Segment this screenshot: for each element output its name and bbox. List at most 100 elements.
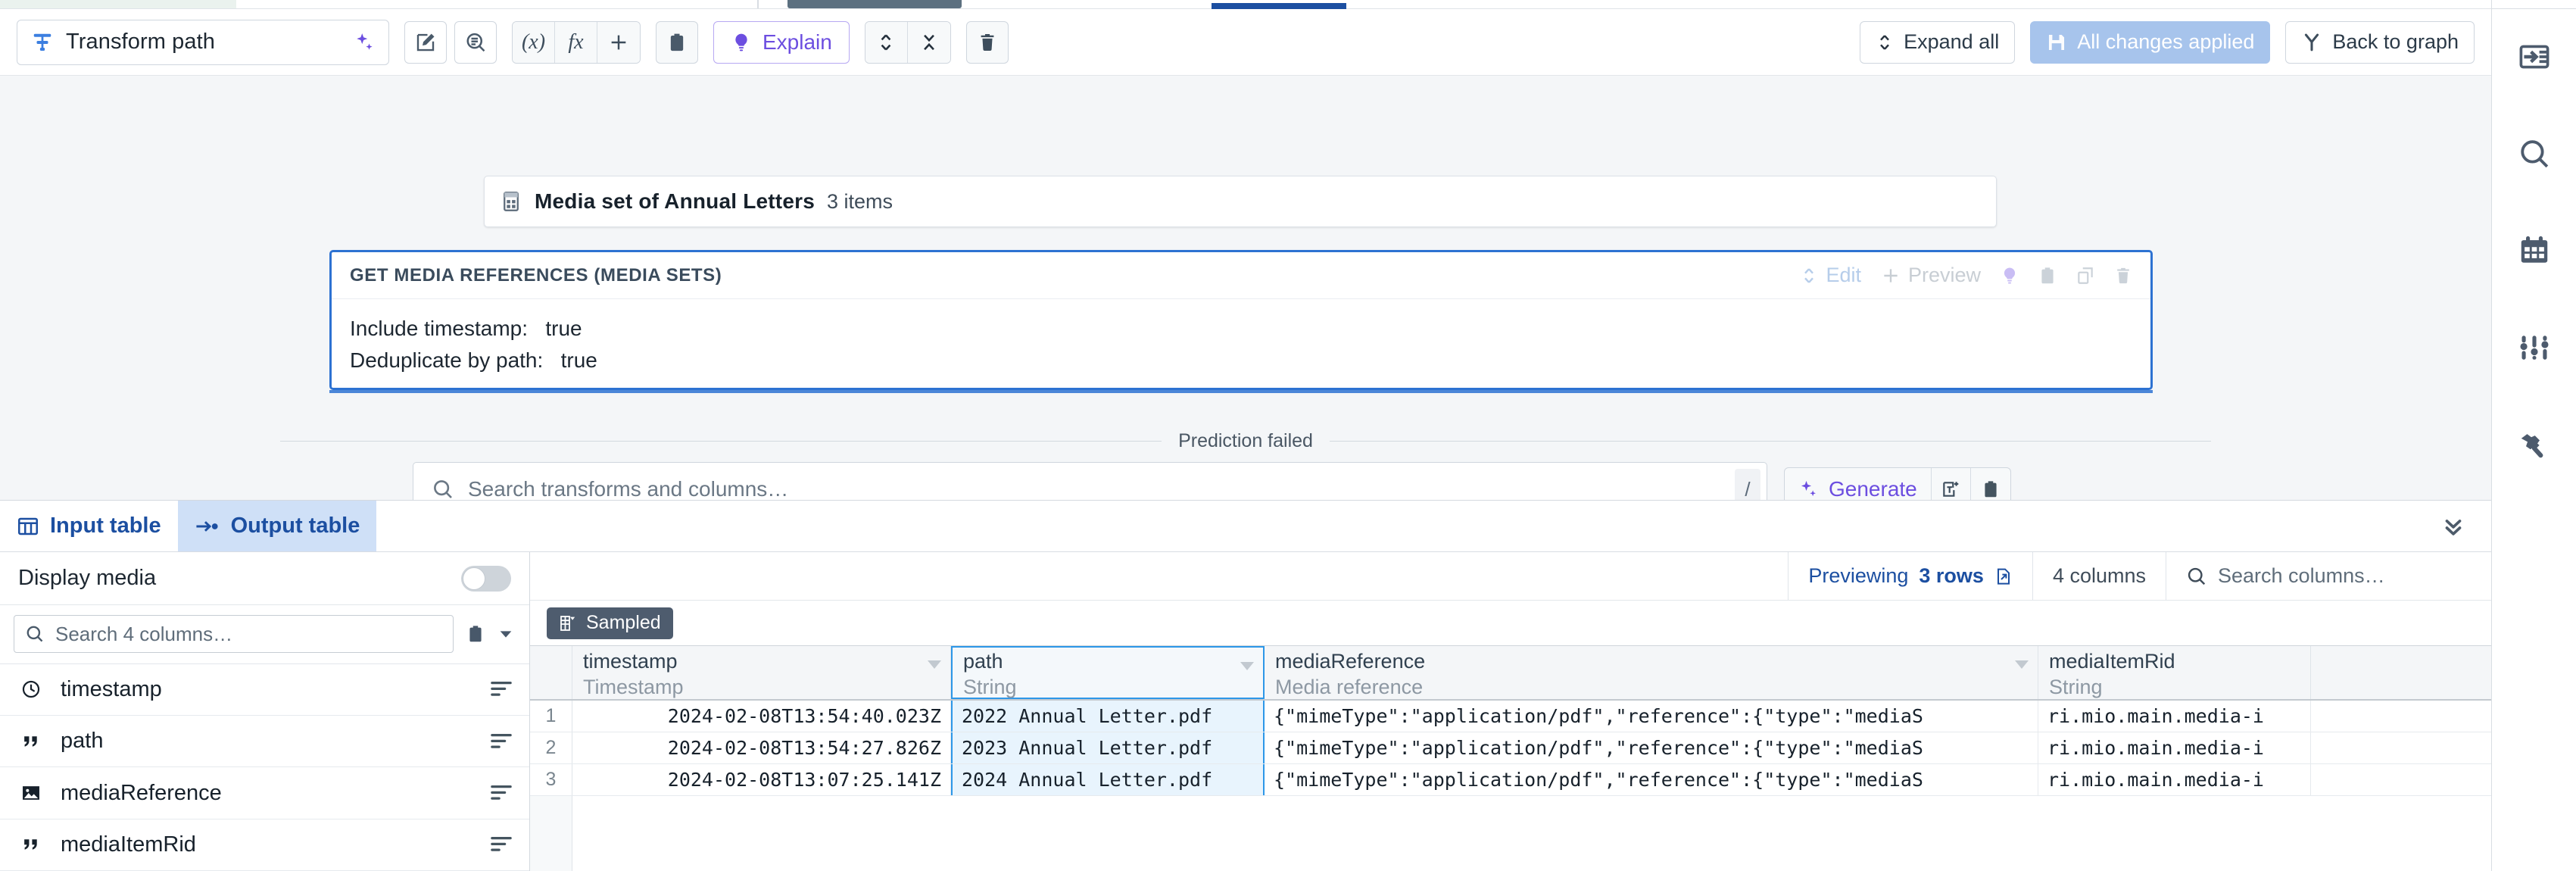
- cell-timestamp[interactable]: 2024-02-08T13:07:25.141Z: [572, 764, 951, 795]
- sidebar-column-timestamp[interactable]: timestamp: [0, 664, 529, 716]
- previewing-rows-button[interactable]: Previewing 3 rows: [1788, 552, 2032, 600]
- paste-button[interactable]: [656, 20, 698, 64]
- transform-duplicate-icon[interactable]: [2069, 259, 2102, 292]
- transform-name-select[interactable]: Transform path: [17, 19, 389, 65]
- grid-column-header-mediaItemRid[interactable]: mediaItemRid String: [2038, 646, 2311, 699]
- grid-column-header-path[interactable]: path String: [951, 646, 1265, 699]
- open-external-icon: [1994, 567, 2013, 586]
- caret-down-icon[interactable]: [497, 626, 514, 642]
- cell-path[interactable]: 2022 Annual Letter.pdf: [951, 701, 1265, 732]
- align-left-icon[interactable]: [490, 732, 513, 751]
- sidebar-column-path[interactable]: path: [0, 716, 529, 768]
- transform-search-row: Search transforms and columns… / Generat…: [413, 462, 2011, 500]
- table-column-search-input[interactable]: Search columns…: [2166, 552, 2491, 600]
- panel-expand-icon[interactable]: [2508, 30, 2561, 83]
- add-text-icon[interactable]: [1932, 468, 1971, 500]
- column-search-input[interactable]: Search 4 columns…: [14, 615, 454, 654]
- sidebar-column-label: path: [61, 729, 104, 754]
- grid-column-name: path: [963, 650, 1003, 673]
- add-button[interactable]: [597, 21, 640, 63]
- expand-all-button[interactable]: Expand all: [1860, 20, 2016, 64]
- paste-clipboard-icon[interactable]: [1971, 468, 2010, 500]
- display-media-toggle[interactable]: [461, 565, 511, 592]
- back-to-graph-button[interactable]: Back to graph: [2285, 20, 2475, 64]
- align-left-icon[interactable]: [490, 783, 513, 803]
- search-transform-button[interactable]: [454, 20, 497, 64]
- display-media-label: Display media: [18, 566, 157, 591]
- sidebar-column-mediaItemRid[interactable]: mediaItemRid: [0, 819, 529, 871]
- grid-column-header-mediaReference[interactable]: mediaReference Media reference: [1265, 646, 2038, 699]
- grid-column-name: mediaReference: [1275, 650, 1426, 673]
- transform-clipboard-icon[interactable]: [2031, 259, 2064, 292]
- previewing-row-count: 3 rows: [1919, 564, 1984, 587]
- clipboard-icon[interactable]: [466, 624, 485, 644]
- table-row[interactable]: 2 2024-02-08T13:54:27.826Z 2023 Annual L…: [530, 732, 2491, 764]
- explain-button[interactable]: Explain: [713, 20, 850, 64]
- transform-step-actions: Edit Preview: [1792, 259, 2140, 292]
- chevron-down-icon[interactable]: [926, 657, 943, 673]
- align-left-icon[interactable]: [490, 835, 513, 854]
- cell-timestamp[interactable]: 2024-02-08T13:54:40.023Z: [572, 701, 951, 732]
- transform-param-label: Include timestamp:: [350, 317, 528, 340]
- collapse-bottom-panel-button[interactable]: [2415, 501, 2491, 551]
- output-data-grid: timestamp Timestamp path String mediaRef…: [530, 646, 2491, 871]
- function-button[interactable]: fx: [555, 21, 597, 63]
- grid-column-type: String: [963, 676, 1017, 698]
- move-node-button[interactable]: [865, 21, 908, 63]
- quote-icon: [18, 731, 44, 752]
- sidebar-column-label: mediaReference: [61, 780, 222, 805]
- search-transforms-input[interactable]: Search transforms and columns… /: [413, 462, 1767, 500]
- generate-button[interactable]: Generate: [1785, 468, 1932, 500]
- transform-card-connector: [329, 390, 2153, 393]
- sampled-row: Sampled: [530, 601, 2491, 646]
- grid-empty-filler: [530, 796, 2491, 871]
- media-set-icon: [500, 190, 522, 213]
- sample-table-icon: [559, 614, 577, 632]
- rail-top-divider: [2491, 8, 2576, 9]
- columns-sidebar: Display media Search 4 columns… timestam…: [0, 552, 530, 871]
- variable-button[interactable]: (x): [513, 21, 555, 63]
- calendar-icon[interactable]: [2508, 224, 2561, 277]
- transform-trash-icon[interactable]: [2107, 259, 2140, 292]
- sidebar-column-mediaReference[interactable]: mediaReference: [0, 767, 529, 819]
- cell-mediaReference[interactable]: {"mimeType":"application/pdf","reference…: [1265, 732, 2038, 763]
- media-set-source-card[interactable]: Media set of Annual Letters 3 items: [484, 176, 1997, 227]
- tab-input-table[interactable]: Input table: [0, 501, 178, 551]
- grid-index-header: [530, 646, 572, 699]
- grid-column-header-timestamp[interactable]: timestamp Timestamp: [572, 646, 951, 699]
- previewing-prefix: Previewing: [1808, 564, 1909, 587]
- display-media-row: Display media: [0, 552, 529, 606]
- chevron-down-icon[interactable]: [1239, 658, 1255, 675]
- search-icon[interactable]: [2508, 127, 2561, 180]
- cell-mediaItemRid[interactable]: ri.mio.main.media-i: [2038, 732, 2311, 763]
- cell-mediaItemRid[interactable]: ri.mio.main.media-i: [2038, 701, 2311, 732]
- cell-mediaReference[interactable]: {"mimeType":"application/pdf","reference…: [1265, 701, 2038, 732]
- sliders-icon[interactable]: [2508, 321, 2561, 374]
- prediction-status-text: Prediction failed: [1178, 430, 1313, 451]
- transform-lightbulb-icon[interactable]: [1993, 259, 2026, 292]
- delete-node-button[interactable]: [965, 20, 1009, 64]
- transform-name-label: Transform path: [66, 30, 215, 54]
- sampled-badge[interactable]: Sampled: [547, 607, 673, 639]
- node-move-group: [864, 20, 951, 64]
- search-icon: [432, 478, 454, 500]
- cell-timestamp[interactable]: 2024-02-08T13:54:27.826Z: [572, 732, 951, 763]
- table-row[interactable]: 1 2024-02-08T13:54:40.023Z 2022 Annual L…: [530, 701, 2491, 732]
- chevron-down-icon[interactable]: [2013, 657, 2030, 673]
- cell-path[interactable]: 2023 Annual Letter.pdf: [951, 732, 1265, 763]
- transform-edit-button[interactable]: Edit: [1792, 259, 1869, 292]
- tab-output-table[interactable]: Output table: [177, 501, 377, 551]
- transform-step-card[interactable]: GET MEDIA REFERENCES (MEDIA SETS) Edit P…: [329, 250, 2153, 390]
- table-row[interactable]: 3 2024-02-08T13:07:25.141Z 2024 Annual L…: [530, 764, 2491, 796]
- transform-preview-button[interactable]: Preview: [1873, 259, 1988, 292]
- cell-mediaItemRid[interactable]: ri.mio.main.media-i: [2038, 764, 2311, 795]
- cell-path[interactable]: 2024 Annual Letter.pdf: [951, 764, 1265, 795]
- sampled-label: Sampled: [586, 612, 661, 633]
- cell-mediaReference[interactable]: {"mimeType":"application/pdf","reference…: [1265, 764, 2038, 795]
- collapse-node-button[interactable]: [907, 21, 950, 63]
- align-left-icon[interactable]: [490, 679, 513, 699]
- image-icon: [18, 782, 44, 804]
- all-changes-applied-button[interactable]: All changes applied: [2030, 20, 2271, 64]
- edit-expression-button[interactable]: [404, 20, 447, 64]
- hammer-icon[interactable]: [2508, 418, 2561, 471]
